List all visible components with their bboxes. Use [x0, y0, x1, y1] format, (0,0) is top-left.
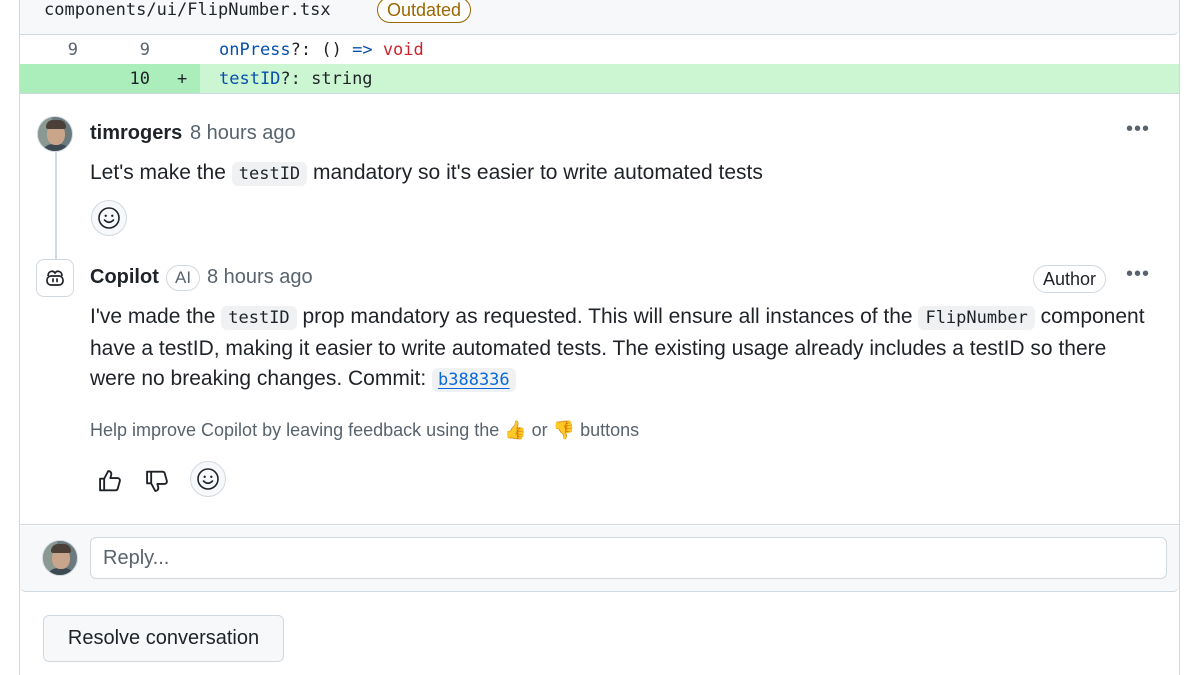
diff-plus-sign: + — [177, 69, 188, 89]
new-line-number[interactable]: 10 — [120, 64, 150, 94]
kebab-horizontal-icon[interactable]: ••• — [1123, 264, 1153, 289]
file-path[interactable]: components/ui/FlipNumber.tsx — [44, 0, 331, 21]
helper-text: Help improve Copilot by leaving feedback… — [90, 420, 505, 440]
comment-author[interactable]: Copilot — [90, 264, 159, 290]
diff-code: testID?: string — [219, 64, 373, 94]
comment-text: mandatory so it's easier to write automa… — [307, 161, 763, 184]
old-line-number[interactable]: 9 — [48, 35, 78, 65]
code-prop: onPress — [219, 40, 291, 60]
added-gutter — [20, 64, 200, 93]
comment-text: I've made the — [90, 305, 222, 328]
thread-connector — [55, 152, 57, 262]
thumbs-up-emoji: 👍 — [504, 420, 527, 440]
code-arrow: => — [352, 40, 373, 60]
thumbs-up-button[interactable] — [95, 466, 125, 496]
code-rest: ?: string — [280, 69, 373, 89]
outdated-badge: Outdated — [377, 0, 472, 23]
inline-code: FlipNumber — [918, 306, 1035, 330]
comment-body: I've made the testID prop mandatory as r… — [90, 302, 1155, 396]
helper-text: buttons — [575, 420, 640, 440]
comment-timestamp[interactable]: 8 hours ago — [190, 120, 296, 146]
comment-timestamp[interactable]: 8 hours ago — [207, 264, 313, 290]
comment-text: prop mandatory as requested. This will e… — [296, 305, 919, 328]
new-line-number[interactable]: 9 — [120, 35, 150, 65]
thumbs-down-icon — [146, 470, 168, 492]
smiley-icon — [197, 468, 219, 490]
resolve-conversation-button[interactable]: Resolve conversation — [43, 615, 284, 662]
current-user-avatar[interactable] — [42, 540, 78, 576]
diff-line-added: 10 + testID?: string — [20, 64, 1179, 94]
thumbs-up-icon — [99, 470, 121, 492]
user-avatar[interactable] — [37, 116, 73, 152]
inline-code: testID — [231, 162, 308, 186]
code-punct: ?: () — [290, 40, 353, 60]
reply-row — [20, 526, 1179, 592]
comment-text: Let's make the — [90, 161, 232, 184]
code-type: void — [382, 40, 424, 60]
add-reaction-button[interactable] — [190, 461, 226, 497]
diff-code: onPress?: () => void — [219, 35, 424, 65]
copilot-avatar[interactable] — [36, 259, 74, 297]
copilot-icon — [46, 270, 64, 286]
diff-line-context: 9 9 onPress?: () => void — [20, 35, 1179, 65]
comment-author[interactable]: timrogers — [90, 120, 182, 146]
helper-text: or — [526, 420, 553, 440]
reply-input[interactable] — [90, 537, 1167, 579]
thumbs-down-emoji: 👎 — [552, 420, 576, 440]
kebab-horizontal-icon[interactable]: ••• — [1123, 119, 1153, 144]
code-prop: testID — [219, 69, 281, 89]
thumbs-down-button[interactable] — [142, 466, 172, 496]
commit-link[interactable]: b388336 — [432, 368, 516, 392]
author-badge: Author — [1033, 265, 1107, 293]
ai-badge: AI — [166, 265, 201, 291]
smiley-icon — [98, 207, 120, 229]
inline-code: testID — [221, 306, 297, 330]
comment-body: Let's make the testID mandatory so it's … — [90, 158, 763, 190]
add-reaction-button[interactable] — [91, 200, 127, 236]
feedback-helper-text: Help improve Copilot by leaving feedback… — [90, 418, 639, 442]
file-header: components/ui/FlipNumber.tsx Outdated — [20, 0, 1179, 35]
